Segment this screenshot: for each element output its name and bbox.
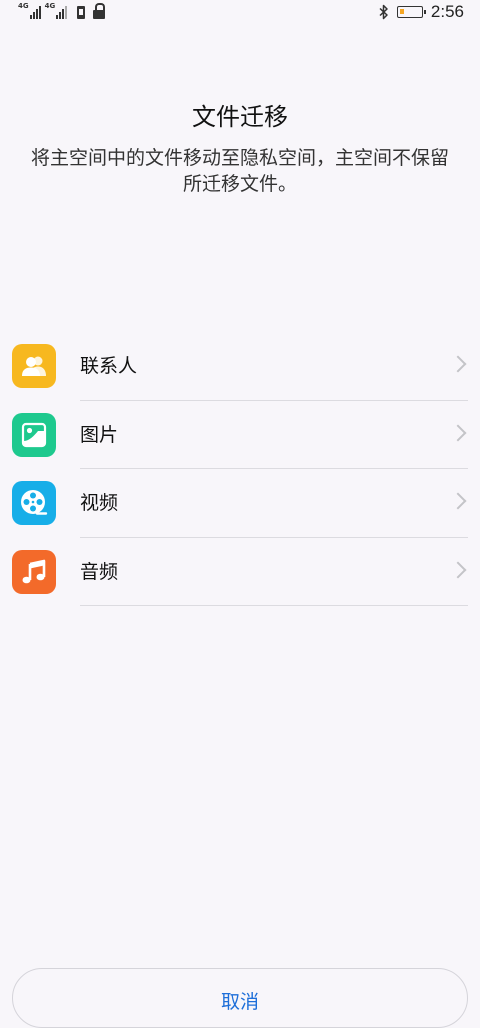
clock: 2:56 <box>430 2 464 21</box>
video-icon <box>12 481 56 525</box>
battery-level <box>399 9 404 14</box>
chevron-right-icon <box>449 424 467 441</box>
list-item-audio[interactable]: 音频 <box>0 538 480 606</box>
list-item-label: 音频 <box>80 560 119 583</box>
sim2-signal: 4G <box>45 3 68 19</box>
list-item-label: 联系人 <box>80 355 138 377</box>
status-left: 4G 4G <box>18 3 106 19</box>
status-bar: 4G 4G 2:56 <box>0 0 480 24</box>
cancel-button[interactable]: 取消 <box>12 968 468 1028</box>
list-item-videos[interactable]: 视频 <box>0 469 480 538</box>
sim-card-icon <box>77 6 86 19</box>
sim1-network-label: 4G <box>18 2 29 10</box>
file-type-list: 联系人 图片 视频 音频 <box>0 332 480 606</box>
chevron-right-icon <box>449 355 467 373</box>
list-item-pictures[interactable]: 图片 <box>0 401 480 469</box>
status-right: 2:56 <box>379 2 464 22</box>
lock-icon <box>93 3 106 19</box>
signal-icon <box>29 4 41 19</box>
page-description: 将主空间中的文件移动至隐私空间，主空间不保留所迁移文件。 <box>30 147 449 195</box>
list-item-contacts[interactable]: 联系人 <box>0 332 480 401</box>
chevron-right-icon <box>449 561 467 578</box>
contacts-icon <box>12 344 56 388</box>
battery-icon <box>396 6 426 18</box>
signal-icon <box>56 4 68 19</box>
list-item-label: 图片 <box>80 423 119 446</box>
bluetooth-icon <box>379 4 389 20</box>
sim2-network-label: 4G <box>44 2 56 10</box>
list-item-label: 视频 <box>80 492 119 514</box>
page-title: 文件迁移 <box>192 103 288 131</box>
divider <box>80 605 468 606</box>
chevron-right-icon <box>449 492 467 510</box>
sim1-signal: 4G <box>18 3 41 19</box>
picture-icon <box>12 412 56 457</box>
music-icon <box>12 549 56 594</box>
